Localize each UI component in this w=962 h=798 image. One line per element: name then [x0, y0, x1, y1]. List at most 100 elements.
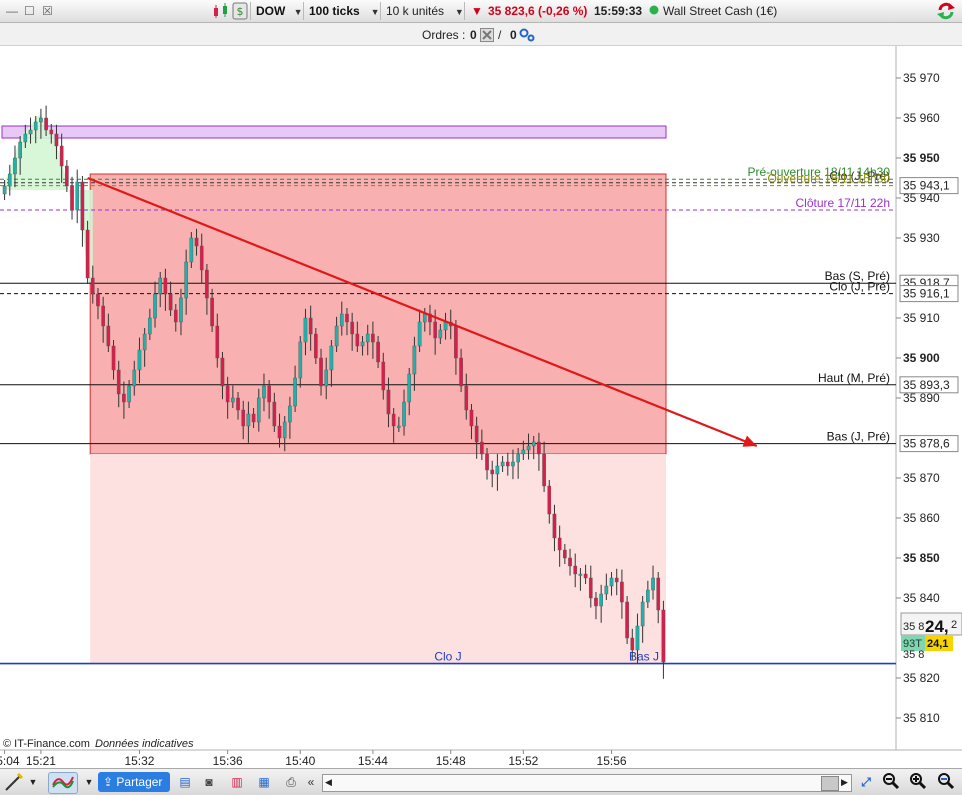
candle-body	[573, 565, 578, 575]
orders-settings-icon[interactable]	[519, 24, 535, 46]
candle-body	[516, 453, 520, 463]
candle-body	[49, 129, 54, 135]
candle-body	[23, 133, 28, 143]
candle-body	[111, 345, 116, 371]
candle-body	[329, 345, 334, 371]
level-label: Clo (J, Pré)	[829, 280, 890, 294]
candle-body	[28, 129, 33, 135]
candle-body	[350, 321, 354, 335]
candle-body	[365, 333, 370, 343]
refresh-icon[interactable]	[936, 0, 956, 22]
draw-tools-icon[interactable]	[4, 772, 24, 792]
units-value: 10 k unités	[386, 4, 445, 18]
candle-body	[547, 485, 552, 515]
scroll-right-icon[interactable]: ▶	[841, 772, 848, 792]
candle-body	[459, 357, 463, 387]
last-price-prefix: 35 8	[903, 621, 924, 633]
units-select[interactable]: 10 k unités ▼	[386, 0, 464, 22]
candle-body	[630, 637, 635, 651]
candle-body	[656, 577, 661, 611]
candle-body	[646, 589, 650, 603]
share-button[interactable]: ⇪ Partager	[98, 772, 170, 792]
candle-body	[59, 145, 64, 167]
camera-icon[interactable]: ◙	[200, 772, 218, 792]
y-tick-label: 35 860	[903, 511, 940, 525]
time-scrollbar[interactable]: ◀ ▶	[322, 774, 852, 792]
zoom-fit-icon[interactable]: ⤢	[856, 772, 876, 792]
candle-body	[127, 385, 131, 403]
zoom-in-icon[interactable]	[908, 772, 928, 792]
candle-body	[563, 549, 567, 559]
x-tick-label: 15:32	[124, 754, 154, 768]
candle-body	[210, 297, 214, 327]
level-label: Ouverture 18/11 15h30	[767, 172, 890, 186]
instrument-select[interactable]: DOW ▼	[256, 0, 303, 22]
layout-icon[interactable]: ▤	[176, 772, 194, 792]
scrollbar-thumb[interactable]	[821, 776, 839, 791]
scroll-left-icon[interactable]: ◀	[325, 772, 332, 792]
zone-rect	[90, 454, 666, 664]
x-tick-label: 15:48	[436, 754, 466, 768]
candle-body	[407, 373, 412, 403]
price-chart[interactable]: Pré-ouverture 18/11 14h30Clo (J, Pré)Ouv…	[0, 46, 962, 768]
candle-body	[2, 185, 7, 195]
candle-body	[96, 293, 100, 307]
y-tick-label: 35 840	[903, 591, 940, 605]
candle-body	[33, 121, 38, 131]
candle-body	[44, 117, 48, 131]
candle-body	[7, 173, 12, 187]
candle-body	[568, 557, 572, 567]
instrument-info-icon[interactable]: $	[232, 0, 248, 22]
zoom-reset-icon[interactable]	[936, 772, 956, 792]
candle-body	[480, 441, 484, 455]
x-tick-label: 15:04	[0, 754, 20, 768]
candle-body	[122, 393, 126, 403]
candle-body	[614, 577, 619, 583]
chevron-down-icon: ▼	[288, 7, 303, 17]
window-minimize-icon[interactable]: —	[6, 0, 18, 22]
candle-body	[324, 369, 329, 387]
candle-body	[412, 345, 417, 375]
candle-body	[381, 361, 386, 391]
y-tick-label: 35 970	[903, 71, 940, 85]
ticks-value: 100 ticks	[309, 4, 360, 18]
candle-body	[179, 297, 183, 323]
candle-body	[194, 237, 199, 247]
candle-body	[267, 385, 271, 403]
chevron-down-icon[interactable]: ▼	[26, 772, 40, 792]
y-tick-label: 35 960	[903, 111, 940, 125]
window-close-icon[interactable]: ☒	[42, 0, 53, 22]
candle-body	[246, 413, 251, 427]
candle-body	[386, 389, 391, 415]
candle-body	[13, 157, 17, 175]
ticks-select[interactable]: 100 ticks ▼	[309, 0, 379, 22]
top-toolbar: — ☐ ☒ $ DOW ▼ 100 ticks ▼ 10 k unités ▼ …	[0, 0, 962, 23]
x-tick-label: 15:40	[285, 754, 315, 768]
compare-icon[interactable]: ▦	[255, 772, 273, 792]
candle-body	[469, 409, 474, 427]
print-icon[interactable]: ⎙	[282, 772, 300, 792]
zoom-out-icon[interactable]	[881, 772, 901, 792]
pending-orders-count: 0	[510, 28, 517, 42]
candle-body	[635, 625, 640, 651]
chevron-down-icon[interactable]: ▼	[82, 772, 96, 792]
last-price-big: 24,	[925, 617, 949, 636]
candle-body	[158, 277, 163, 295]
candle-body	[303, 317, 308, 343]
candle-body	[18, 141, 22, 159]
candle-body	[225, 385, 230, 403]
candle-body	[422, 313, 427, 323]
candle-body	[495, 465, 500, 475]
window-restore-icon[interactable]: ☐	[24, 0, 35, 22]
scroll-left-fast-icon[interactable]: «	[305, 772, 317, 792]
level-price-label: 35 878,6	[903, 437, 950, 451]
data-disclaimer: Données indicatives	[95, 738, 194, 750]
y-tick-label: 35 870	[903, 471, 940, 485]
indicators-icon[interactable]	[48, 772, 78, 794]
y-tick-label: 35 940	[903, 191, 940, 205]
instrument-value: DOW	[256, 4, 286, 18]
chart-type-icon[interactable]	[212, 0, 230, 22]
candle-settings-icon[interactable]: ▥	[228, 772, 246, 792]
orders-cancel-icon[interactable]	[480, 24, 494, 46]
candle-body	[220, 357, 225, 387]
